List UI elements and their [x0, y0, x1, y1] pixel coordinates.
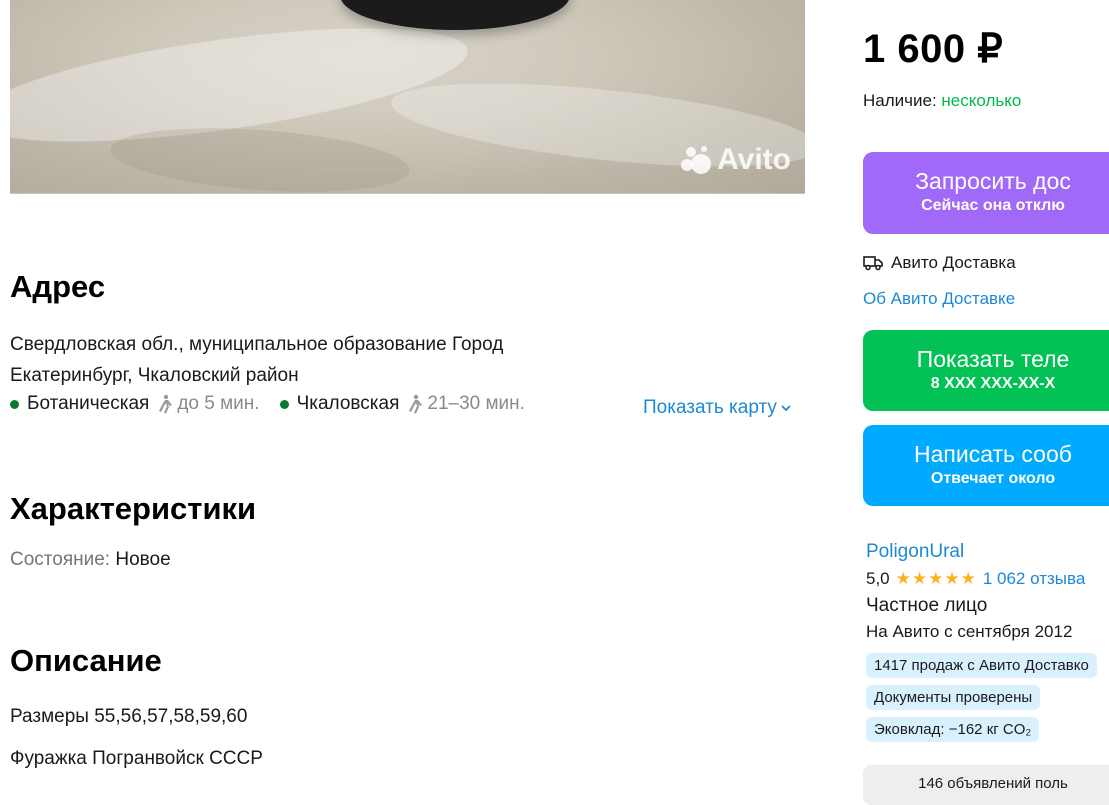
characteristics-title: Характеристики: [10, 491, 257, 526]
about-delivery-link[interactable]: Об Авито Доставке: [863, 289, 1015, 309]
avito-logo-icon: [681, 146, 712, 174]
availability-value: несколько: [941, 91, 1022, 110]
seller-rating: 5,0 ★★★★★ 1 062 отзыва: [866, 569, 1085, 589]
seller-name-link[interactable]: PoligonUral: [866, 541, 964, 563]
seller-since: На Авито с сентября 2012: [866, 622, 1073, 641]
condition-label: Состояние:: [10, 549, 111, 570]
show-phone-button[interactable]: Показать теле 8 XXX XXX-XX-X: [863, 330, 1109, 411]
metro-list: Ботаническая до 5 мин. Чкаловская 21–30 …: [10, 393, 525, 415]
walk-icon: [157, 394, 173, 414]
request-delivery-button[interactable]: Запросить дос Сейчас она отклю: [863, 152, 1109, 234]
watermark-text: Avito: [717, 143, 791, 176]
description-line-2: Фуражка Погранвойск СССР: [10, 748, 263, 769]
message-button-subtitle: Отвечает около: [930, 470, 1056, 487]
avito-delivery: Авито Доставка: [863, 253, 1016, 273]
rating-value: 5,0: [866, 569, 890, 588]
description-line-1: Размеры 55,56,57,58,59,60: [10, 706, 248, 727]
badge-delivery-sales: 1417 продаж с Авито Доставко: [866, 653, 1097, 678]
address-line-2: Екатеринбург, Чкаловский район: [10, 365, 299, 386]
message-button-title: Написать сооб: [914, 441, 1072, 467]
truck-icon: [863, 256, 883, 271]
price: 1 600 ₽: [863, 27, 1004, 71]
avito-watermark: Avito: [679, 143, 791, 177]
address-line-1: Свердловская обл., муниципальное образов…: [10, 334, 504, 355]
badge-eco-contribution: Эковклад: −162 кг CO₂: [866, 717, 1040, 742]
availability: Наличие: несколько: [863, 91, 1021, 111]
address-text: Свердловская обл., муниципальное образов…: [10, 329, 610, 391]
seller-type: Частное лицо: [866, 595, 988, 616]
request-button-title: Запросить дос: [915, 168, 1071, 194]
description-title: Описание: [10, 643, 162, 678]
walk-icon: [407, 394, 423, 414]
write-message-button[interactable]: Написать сооб Отвечает около: [863, 425, 1109, 506]
seller-ads-label: 146 объявлений поль: [918, 775, 1068, 792]
fabric-shadow: [108, 119, 412, 193]
product-photo[interactable]: Avito: [10, 0, 805, 194]
metro-line-dot: [10, 399, 19, 409]
condition-value: Новое: [115, 549, 171, 570]
availability-label: Наличие:: [863, 91, 937, 110]
badge-documents-verified: Документы проверены: [866, 685, 1041, 710]
metro-walk-time: 21–30 мин.: [427, 393, 525, 414]
metro-station: Чкаловская: [296, 393, 400, 414]
request-button-subtitle: Сейчас она отклю: [921, 197, 1065, 214]
show-map-link[interactable]: Показать карту: [643, 397, 791, 419]
metro-station: Ботаническая: [27, 393, 150, 414]
reviews-link[interactable]: 1 062 отзыва: [983, 569, 1085, 589]
condition-row: Состояние: Новое: [10, 549, 171, 571]
chevron-down-icon: [781, 405, 791, 412]
metro-line-dot: [279, 399, 289, 409]
delivery-text: Авито Доставка: [891, 253, 1016, 272]
cap-image: [340, 0, 570, 30]
show-map-label: Показать карту: [643, 397, 777, 418]
phone-button-subtitle: 8 XXX XXX-XX-X: [930, 375, 1056, 392]
address-title: Адрес: [10, 269, 106, 304]
phone-button-title: Показать теле: [916, 346, 1070, 372]
metro-walk-time: до 5 мин.: [177, 393, 260, 414]
seller-ads-button[interactable]: 146 объявлений поль: [863, 765, 1109, 805]
rating-stars-icon: ★★★★★: [895, 569, 977, 588]
